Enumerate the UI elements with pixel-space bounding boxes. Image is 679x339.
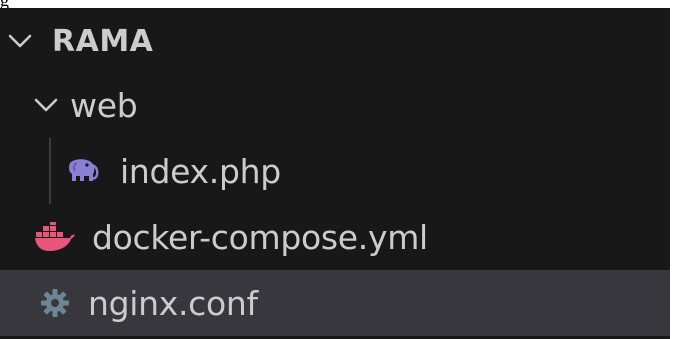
tree-file-nginx-conf[interactable]: nginx.conf bbox=[0, 270, 670, 336]
file-label: nginx.conf bbox=[88, 283, 258, 323]
file-label: index.php bbox=[120, 151, 281, 191]
tree-file-index-php[interactable]: index.php bbox=[0, 138, 670, 204]
tree-file-docker-compose[interactable]: docker-compose.yml bbox=[0, 204, 670, 270]
tree-folder-web[interactable]: web bbox=[0, 72, 670, 138]
php-elephant-icon bbox=[68, 159, 99, 181]
cropped-top-text: g bbox=[0, 0, 679, 9]
chevron-down-icon[interactable] bbox=[6, 27, 34, 55]
gear-icon bbox=[41, 289, 69, 317]
file-label: docker-compose.yml bbox=[92, 217, 428, 257]
folder-label: web bbox=[70, 85, 138, 125]
root-folder-label: RAMA bbox=[52, 23, 154, 59]
docker-whale-icon bbox=[35, 222, 75, 251]
file-explorer-panel: RAMA web index.php docker-compose.yml ng… bbox=[0, 8, 670, 339]
chevron-down-icon[interactable] bbox=[32, 91, 60, 119]
explorer-root-folder[interactable]: RAMA bbox=[0, 8, 670, 74]
